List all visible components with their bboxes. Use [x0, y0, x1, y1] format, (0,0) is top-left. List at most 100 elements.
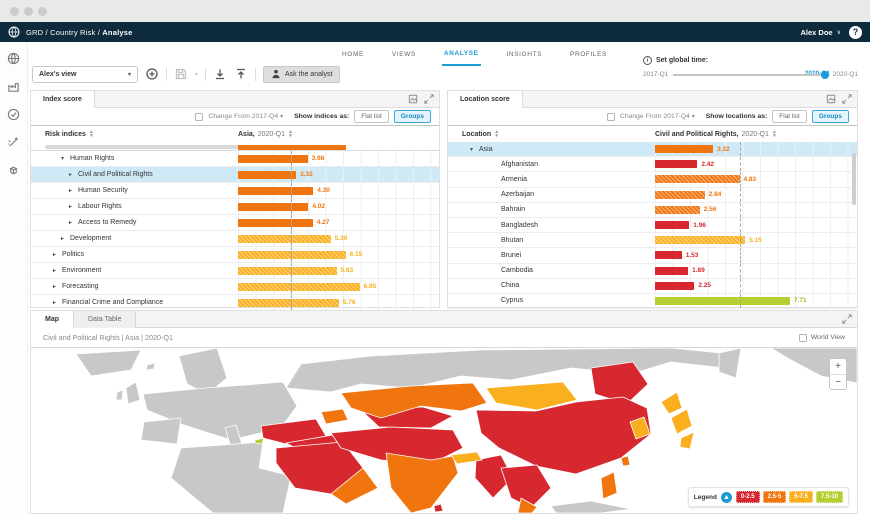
table-row[interactable]: Brunei1.53	[448, 248, 857, 263]
globe-icon[interactable]	[7, 52, 20, 65]
table-row[interactable]: ▸Human Security4.30	[31, 183, 439, 199]
collapse-arrow-icon[interactable]: ▾	[470, 146, 476, 153]
table-row[interactable]: ▾Human Rights3.98	[31, 151, 439, 167]
expand-arrow-icon[interactable]: ▸	[69, 187, 75, 194]
nav-item-analyse[interactable]: ANALYSE	[442, 42, 481, 66]
window-control-dot[interactable]	[24, 7, 33, 16]
table-row[interactable]: Bahrain2.56	[448, 203, 857, 218]
info-icon[interactable]: i	[643, 56, 652, 65]
expand-arrow-icon[interactable]: ▸	[61, 235, 67, 242]
magic-wand-icon[interactable]	[7, 136, 20, 149]
expand-arrow-icon[interactable]: ▸	[69, 219, 75, 226]
reference-line	[291, 215, 292, 230]
groups-button[interactable]: Groups	[812, 110, 849, 123]
nav-item-profiles[interactable]: PROFILES	[568, 43, 609, 65]
expand-arrow-icon[interactable]: ▸	[69, 203, 75, 210]
table-row[interactable]: Cyprus7.71	[448, 294, 857, 309]
world-view-checkbox[interactable]	[799, 334, 807, 342]
table-row[interactable]: ▸Access to Remedy4.27	[31, 215, 439, 231]
table-row[interactable]: Afghanistan2.42	[448, 157, 857, 172]
breadcrumb[interactable]: GRD / Country Risk / Analyse	[26, 28, 132, 37]
column-header-asia[interactable]: Asia,2020-Q1▲▼	[238, 130, 439, 138]
score-value: 6.95	[364, 283, 377, 290]
table-row[interactable]: China2.25	[448, 279, 857, 294]
zoom-in-button[interactable]: +	[830, 359, 846, 374]
table-row[interactable]: Bhutan5.15	[448, 233, 857, 248]
export-image-icon[interactable]	[826, 94, 836, 104]
map-area: + − Legend ▲ 0-2.52.5-55-7.57.5-10	[31, 348, 857, 513]
tab-index-score[interactable]: Index score	[31, 91, 95, 108]
column-header-location[interactable]: Location▲▼	[448, 130, 655, 138]
table-row[interactable]: Armenia4.83	[448, 172, 857, 187]
view-select[interactable]: Alex's view▾	[32, 66, 138, 83]
sort-icon[interactable]: ▲▼	[89, 130, 94, 138]
flat-list-button[interactable]: Flat list	[354, 110, 389, 123]
tab-map[interactable]: Map	[31, 311, 74, 328]
user-menu[interactable]: Alex Doe∨	[800, 28, 841, 37]
score-bar-cell: 5.63	[238, 263, 439, 278]
nav-item-views[interactable]: VIEWS	[390, 43, 418, 65]
window-control-dot[interactable]	[10, 7, 19, 16]
nav-item-home[interactable]: HOME	[340, 43, 366, 65]
sort-icon[interactable]: ▲▼	[772, 130, 777, 138]
app-header: GRD / Country Risk / Analyse Alex Doe∨ ?	[0, 22, 870, 42]
window-control-dot[interactable]	[38, 7, 47, 16]
ask-the-analyst-button[interactable]: Ask the analyst	[263, 66, 340, 83]
reference-line	[291, 279, 292, 294]
score-bar-cell: 3.32	[655, 142, 857, 156]
help-button[interactable]: ?	[849, 26, 862, 39]
time-slider[interactable]	[673, 74, 827, 76]
expand-arrow-icon[interactable]: ▸	[53, 299, 59, 306]
groups-button[interactable]: Groups	[394, 110, 431, 123]
cubes-icon[interactable]	[7, 164, 20, 177]
download-icon[interactable]	[213, 67, 227, 81]
table-row[interactable]: Bangladesh1.96	[448, 218, 857, 233]
table-row[interactable]: ▾Asia3.32	[448, 142, 857, 157]
scrollbar-thumb[interactable]	[852, 153, 856, 205]
world-view-label: World View	[811, 334, 845, 341]
sort-icon[interactable]: ▲▼	[494, 130, 499, 138]
tab-data-table[interactable]: Data Table	[74, 311, 136, 328]
expand-arrow-icon[interactable]: ▸	[69, 171, 75, 178]
table-row[interactable]: ▸Financial Crime and Compliance5.76	[31, 295, 439, 311]
expand-arrow-icon[interactable]: ▸	[53, 267, 59, 274]
collapse-arrow-icon[interactable]: ▾	[61, 155, 67, 162]
tab-location-score[interactable]: Location score	[448, 91, 523, 108]
score-value: 2.42	[701, 161, 714, 168]
expand-icon[interactable]	[424, 94, 434, 104]
table-row[interactable]: ▸Labour Rights4.02	[31, 199, 439, 215]
table-row[interactable]: Cambodia1.89	[448, 264, 857, 279]
save-view-button[interactable]	[174, 67, 188, 81]
zoom-out-button[interactable]: −	[830, 374, 846, 389]
legend-collapse-button[interactable]: ▲	[721, 492, 732, 503]
column-header-cpr[interactable]: Civil and Political Rights,2020-Q1▲▼	[655, 130, 857, 138]
expand-icon[interactable]	[842, 314, 852, 324]
change-from-label[interactable]: Change From 2017-Q4 ▾	[620, 113, 695, 120]
change-from-checkbox[interactable]	[195, 113, 203, 121]
table-row[interactable]: ▸Politics6.15	[31, 247, 439, 263]
expand-arrow-icon[interactable]: ▸	[53, 251, 59, 258]
change-from-checkbox[interactable]	[607, 113, 615, 121]
table-row[interactable]: ▸Environment 5.63	[31, 263, 439, 279]
expand-icon[interactable]	[842, 94, 852, 104]
table-row[interactable]: Azerbaijan2.84	[448, 188, 857, 203]
expand-arrow-icon[interactable]: ▸	[53, 283, 59, 290]
table-row[interactable]: ▸Development5.30	[31, 231, 439, 247]
reference-line	[740, 188, 741, 202]
map-region-score-top[interactable]	[255, 438, 264, 444]
table-row[interactable]: ▸Civil and Political Rights3.32	[31, 167, 439, 183]
upload-icon[interactable]	[234, 67, 248, 81]
factory-icon[interactable]	[7, 80, 20, 93]
table-row[interactable]: ▸Forecasting6.95	[31, 279, 439, 295]
nav-item-insights[interactable]: INSIGHTS	[505, 43, 545, 65]
sort-icon[interactable]: ▲▼	[288, 130, 293, 138]
column-header-risk-indices[interactable]: Risk indices▲▼	[31, 130, 238, 138]
export-image-icon[interactable]	[408, 94, 418, 104]
change-from-label[interactable]: Change From 2017-Q4 ▾	[208, 113, 283, 120]
flat-list-button[interactable]: Flat list	[772, 110, 807, 123]
add-view-button[interactable]	[145, 67, 159, 81]
check-circle-icon[interactable]	[7, 108, 20, 121]
time-slider-handle[interactable]	[821, 71, 829, 79]
reference-line	[291, 167, 292, 182]
row-label: Environment	[62, 267, 101, 274]
